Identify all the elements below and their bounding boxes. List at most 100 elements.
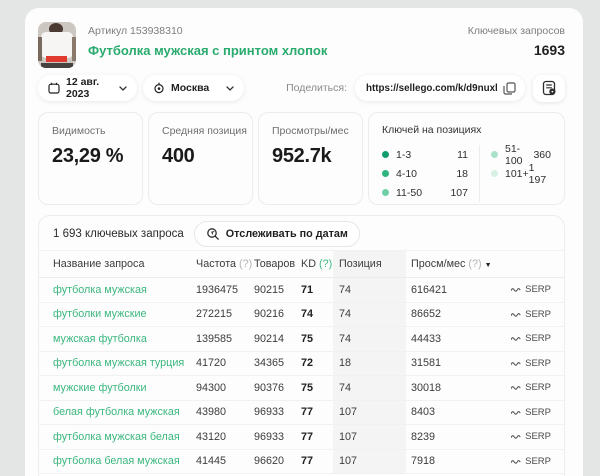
- table-row[interactable]: мужская футболка 139585 90214 75 74 4443…: [39, 327, 564, 352]
- divider: [479, 145, 480, 202]
- position-range-item: 101+ 1 197: [491, 164, 551, 183]
- export-report-button[interactable]: [533, 75, 565, 102]
- col-header-kd[interactable]: KD (?): [301, 258, 333, 270]
- position-cell: 74: [333, 303, 406, 327]
- report-export-icon: [541, 80, 557, 96]
- product-header: Артикул 153938310 Футболка мужская с при…: [38, 22, 565, 66]
- range-dot-icon: [491, 151, 498, 158]
- products-cell: 90215: [254, 284, 301, 296]
- product-keywords-panel: Артикул 153938310 Футболка мужская с при…: [25, 8, 583, 476]
- share-url-value[interactable]: https://sellego.com/k/d9nuxlebgr/: [366, 83, 497, 94]
- serp-link[interactable]: SERP: [511, 431, 564, 442]
- serp-link[interactable]: SERP: [511, 358, 564, 369]
- serp-chart-icon: [511, 458, 521, 465]
- help-icon[interactable]: (?): [319, 258, 332, 270]
- keyword-link[interactable]: футболка мужская: [39, 284, 196, 296]
- table-row[interactable]: футболка белая мужская 41445 96620 77 10…: [39, 450, 564, 475]
- table-row[interactable]: футболка мужская белая 43120 96933 77 10…: [39, 425, 564, 450]
- kd-cell: 77: [301, 406, 333, 418]
- views-cell: 616421: [406, 284, 511, 296]
- serp-link[interactable]: SERP: [511, 333, 564, 344]
- serp-link[interactable]: SERP: [511, 284, 564, 295]
- range-dot-icon: [382, 170, 389, 177]
- keyword-link[interactable]: мужская футболка: [39, 333, 196, 345]
- col-header-products[interactable]: Товаров: [254, 258, 301, 270]
- col-header-query-name[interactable]: Название запроса: [39, 258, 196, 270]
- serp-chart-icon: [511, 286, 521, 293]
- position-cell: 18: [333, 352, 406, 376]
- range-dot-icon: [382, 151, 389, 158]
- location-selector[interactable]: Москва: [143, 75, 244, 101]
- products-cell: 90376: [254, 382, 301, 394]
- position-cell: 74: [333, 376, 406, 400]
- position-cell: 107: [333, 450, 406, 474]
- copy-icon[interactable]: [503, 82, 516, 95]
- location-value: Москва: [171, 82, 209, 94]
- keyword-link[interactable]: белая футболка мужская: [39, 406, 196, 418]
- table-row[interactable]: футболка мужская турция 41720 34365 72 1…: [39, 352, 564, 377]
- products-cell: 96933: [254, 406, 301, 418]
- keyword-link[interactable]: футболка белая мужская: [39, 455, 196, 467]
- sort-desc-icon[interactable]: ▼: [485, 262, 492, 269]
- frequency-cell: 41720: [196, 357, 254, 369]
- keyword-link[interactable]: футболки мужские: [39, 308, 196, 320]
- views-cell: 30018: [406, 382, 511, 394]
- col-header-frequency[interactable]: Частота (?): [196, 258, 254, 270]
- views-cell: 86652: [406, 308, 511, 320]
- stat-label: Просмотры/мес: [272, 125, 362, 137]
- products-cell: 96620: [254, 455, 301, 467]
- range-label: 4-10: [396, 168, 417, 180]
- position-range-item: 11-50 107: [382, 183, 468, 202]
- position-cell: 107: [333, 401, 406, 425]
- track-by-dates-label: Отслеживать по датам: [226, 228, 348, 240]
- views-cell: 44433: [406, 333, 511, 345]
- views-cell: 7918: [406, 455, 511, 467]
- track-by-dates-button[interactable]: Отслеживать по датам: [194, 221, 360, 247]
- frequency-cell: 1936475: [196, 284, 254, 296]
- stat-value: 23,29 %: [52, 145, 142, 168]
- frequency-cell: 139585: [196, 333, 254, 345]
- col-header-position[interactable]: Позиция: [333, 251, 406, 277]
- frequency-cell: 94300: [196, 382, 254, 394]
- serp-chart-icon: [511, 409, 521, 416]
- table-row[interactable]: мужские футболки 94300 90376 75 74 30018…: [39, 376, 564, 401]
- article-number: Артикул 153938310: [88, 25, 327, 37]
- table-row[interactable]: белая футболка мужская 43980 96933 77 10…: [39, 401, 564, 426]
- col-header-views[interactable]: Просм/мес (?)▼: [406, 258, 511, 270]
- product-thumbnail[interactable]: [38, 22, 76, 68]
- table-row[interactable]: футболка мужская 1936475 90215 71 74 616…: [39, 278, 564, 303]
- products-cell: 96933: [254, 431, 301, 443]
- product-title-link[interactable]: Футболка мужская с принтом хлопок: [88, 43, 327, 58]
- table-header-row: Название запроса Частота (?) Товаров KD …: [39, 251, 564, 278]
- serp-link[interactable]: SERP: [511, 407, 564, 418]
- products-cell: 34365: [254, 357, 301, 369]
- stat-label: Видимость: [52, 125, 142, 137]
- keyword-link[interactable]: мужские футболки: [39, 382, 196, 394]
- views-cell: 8403: [406, 406, 511, 418]
- serp-link[interactable]: SERP: [511, 456, 564, 467]
- keys-by-position-title: Ключей на позициях: [382, 124, 551, 136]
- help-icon[interactable]: (?): [468, 258, 481, 270]
- keys-by-position-card: Ключей на позициях 1-3 11 4-10 18: [368, 112, 565, 205]
- share-url-field[interactable]: https://sellego.com/k/d9nuxlebgr/: [355, 75, 525, 101]
- serp-link[interactable]: SERP: [511, 382, 564, 393]
- keyword-link[interactable]: футболка мужская турция: [39, 357, 196, 369]
- range-count: 1 197: [529, 162, 551, 186]
- views-cell: 31581: [406, 357, 511, 369]
- range-count: 107: [450, 187, 468, 199]
- stat-views-per-month: Просмотры/мес 952.7k: [258, 112, 363, 205]
- serp-chart-icon: [511, 335, 521, 342]
- date-picker[interactable]: 12 авг. 2023: [38, 75, 137, 101]
- serp-link[interactable]: SERP: [511, 309, 564, 320]
- help-icon[interactable]: (?): [239, 258, 252, 270]
- serp-chart-icon: [511, 360, 521, 367]
- share-label: Поделиться:: [286, 82, 347, 94]
- frequency-cell: 43980: [196, 406, 254, 418]
- table-row[interactable]: футболки мужские 272215 90216 74 74 8665…: [39, 303, 564, 328]
- kd-cell: 75: [301, 382, 333, 394]
- keyword-link[interactable]: футболка мужская белая: [39, 431, 196, 443]
- serp-chart-icon: [511, 384, 521, 391]
- products-cell: 90216: [254, 308, 301, 320]
- views-cell: 8239: [406, 431, 511, 443]
- chevron-down-icon: [119, 86, 127, 91]
